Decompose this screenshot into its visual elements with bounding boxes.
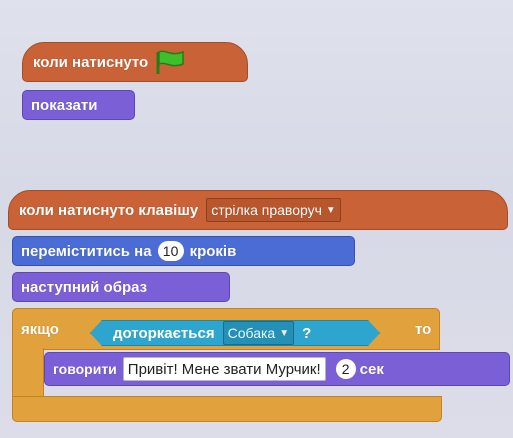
if-block-left-arm	[12, 348, 44, 398]
next-costume-label: наступний образ	[21, 278, 148, 296]
touching-dropdown[interactable]: Собака ▼	[223, 321, 295, 345]
next-costume-block[interactable]: наступний образ	[12, 272, 230, 302]
when-flag-clicked-block[interactable]: коли натиснуто	[22, 42, 248, 82]
key-dropdown[interactable]: стрілка праворуч ▼	[206, 198, 341, 222]
key-dropdown-value: стрілка праворуч	[211, 202, 322, 218]
touching-condition[interactable]: доторкається Собака ▼ ?	[90, 320, 380, 346]
say-for-secs-block[interactable]: говорити Привіт! Мене звати Мурчик! 2 се…	[44, 352, 510, 386]
if-block-bottom	[12, 396, 442, 422]
touching-dropdown-value: Собака	[227, 325, 276, 341]
say-label: говорити	[53, 361, 117, 377]
secs-label: сек	[359, 360, 384, 378]
move-label: переміститись на	[21, 242, 152, 260]
dropdown-arrow-icon: ▼	[325, 204, 336, 216]
move-steps-input[interactable]: 10	[157, 241, 184, 261]
move-unit-label: кроків	[189, 242, 237, 260]
green-flag-icon	[156, 50, 184, 74]
when-flag-clicked-label: коли натиснуто	[33, 53, 149, 71]
if-label: якщо	[21, 320, 59, 338]
show-block[interactable]: показати	[22, 90, 135, 120]
when-key-pressed-label: коли натиснуто клавішу	[19, 201, 199, 219]
touching-label: доторкається	[113, 324, 215, 342]
then-label: то	[415, 320, 432, 338]
when-key-pressed-block[interactable]: коли натиснуто клавішу стрілка праворуч …	[8, 190, 508, 230]
show-label: показати	[31, 96, 98, 114]
script-area: коли натиснуто показати коли натиснуто к…	[0, 0, 513, 438]
say-text-input[interactable]: Привіт! Мене звати Мурчик!	[122, 357, 326, 381]
dropdown-arrow-icon: ▼	[279, 327, 290, 339]
say-secs-input[interactable]: 2	[335, 359, 356, 379]
move-steps-block[interactable]: переміститись на 10 кроків	[12, 236, 355, 266]
touching-question-mark: ?	[302, 324, 312, 342]
